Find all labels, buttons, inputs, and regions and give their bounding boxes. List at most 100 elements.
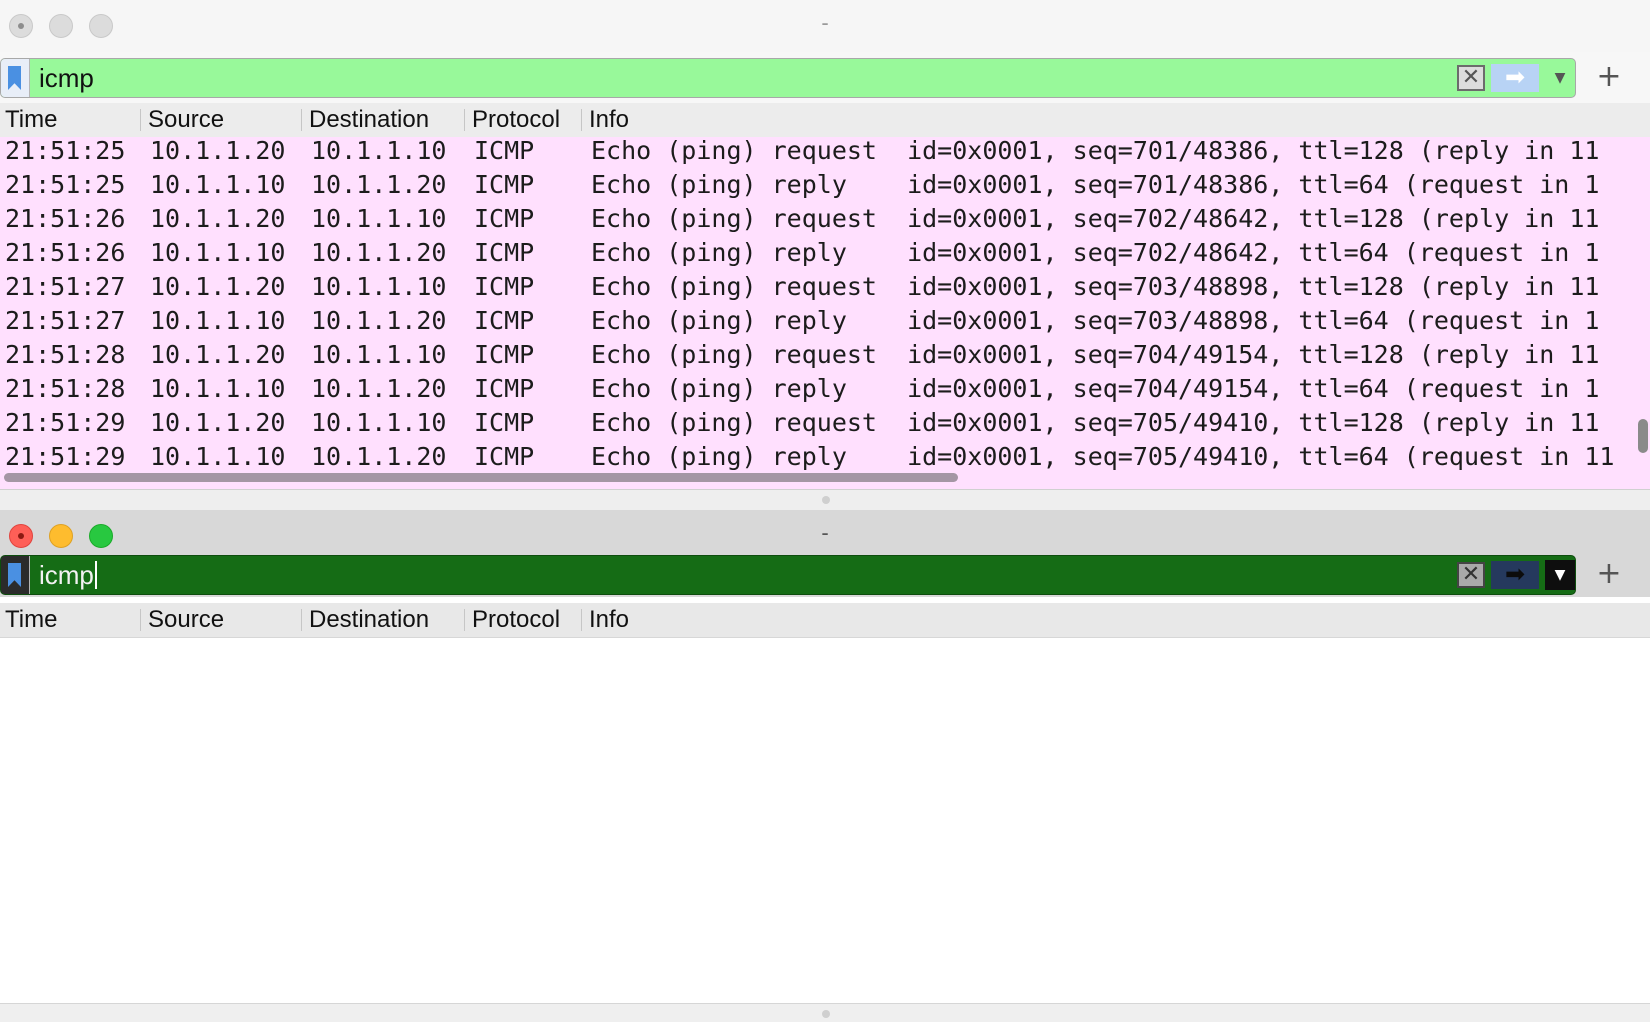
column-header-source[interactable]: Source xyxy=(139,603,224,637)
arrow-right-icon: ➡ xyxy=(1504,560,1526,588)
zoom-window-button[interactable] xyxy=(89,14,113,38)
packet-row[interactable]: 21:51:27 10.1.1.10 10.1.1.20 ICMP Echo (ping… xyxy=(0,303,1650,339)
packet-list[interactable] xyxy=(0,638,1650,1003)
zoom-window-button[interactable] xyxy=(89,524,113,548)
packet-destination: 10.1.1.20 xyxy=(311,374,447,403)
minimize-window-button[interactable] xyxy=(49,14,73,38)
filter-text[interactable]: icmp xyxy=(39,63,94,94)
packet-row[interactable]: 21:51:26 10.1.1.20 10.1.1.10 ICMP Echo (ping… xyxy=(0,201,1650,237)
plus-icon: + xyxy=(1596,556,1622,591)
packet-protocol: ICMP xyxy=(474,170,535,199)
packet-time: 21:51:26 xyxy=(5,238,126,267)
text-caret xyxy=(94,561,97,589)
packet-source: 10.1.1.10 xyxy=(150,374,286,403)
packet-destination: 10.1.1.10 xyxy=(311,340,447,369)
filter-history-dropdown[interactable]: ▼ xyxy=(1545,560,1575,590)
add-filter-button[interactable]: + xyxy=(1592,60,1626,94)
pane-splitter[interactable] xyxy=(0,489,1650,510)
packet-destination: 10.1.1.20 xyxy=(311,170,447,199)
packet-info: Echo (ping) request id=0x0001, seq=703/4… xyxy=(591,272,1600,301)
column-header-info[interactable]: Info xyxy=(580,603,629,637)
column-header-destination[interactable]: Destination xyxy=(300,103,429,137)
packet-time: 21:51:28 xyxy=(5,374,126,403)
packet-source: 10.1.1.10 xyxy=(150,442,286,471)
chevron-down-icon: ▼ xyxy=(1554,70,1566,86)
filter-text-wrap[interactable]: icmp xyxy=(39,560,97,591)
packet-row[interactable]: 21:51:25 10.1.1.20 10.1.1.10 ICMP Echo (ping… xyxy=(0,137,1650,169)
packet-info: Echo (ping) request id=0x0001, seq=705/4… xyxy=(591,408,1600,437)
packet-info: Echo (ping) reply id=0x0001, seq=705/494… xyxy=(591,442,1615,471)
close-window-button[interactable] xyxy=(9,14,33,38)
packet-destination: 10.1.1.10 xyxy=(311,204,447,233)
packet-destination: 10.1.1.20 xyxy=(311,306,447,335)
packet-row[interactable]: 21:51:28 10.1.1.20 10.1.1.10 ICMP Echo (ping… xyxy=(0,337,1650,373)
packet-info: Echo (ping) request id=0x0001, seq=704/4… xyxy=(591,340,1600,369)
column-header-protocol[interactable]: Protocol xyxy=(463,603,560,637)
column-header-info[interactable]: Info xyxy=(580,103,629,137)
packet-destination: 10.1.1.10 xyxy=(311,272,447,301)
apply-filter-button[interactable]: ➡ xyxy=(1491,561,1539,589)
bookmark-icon xyxy=(8,563,21,587)
vertical-scrollbar[interactable] xyxy=(1638,419,1648,453)
bookmark-icon xyxy=(8,66,21,90)
splitter-handle[interactable] xyxy=(822,1010,830,1018)
packet-time: 21:51:28 xyxy=(5,340,126,369)
display-filter-bar: icmp ✕ ➡ ▼ + xyxy=(0,555,1650,597)
packet-row[interactable]: 21:51:25 10.1.1.10 10.1.1.20 ICMP Echo (ping… xyxy=(0,167,1650,203)
minimize-window-button[interactable] xyxy=(49,524,73,548)
packet-source: 10.1.1.10 xyxy=(150,170,286,199)
packet-source: 10.1.1.20 xyxy=(150,204,286,233)
packet-info: Echo (ping) request id=0x0001, seq=702/4… xyxy=(591,204,1600,233)
packet-time: 21:51:27 xyxy=(5,306,126,335)
packet-row[interactable]: 21:51:29 10.1.1.20 10.1.1.10 ICMP Echo (ping… xyxy=(0,405,1650,441)
filter-text[interactable]: icmp xyxy=(39,560,94,590)
display-filter-bar: icmp ✕ ➡ ▼ + xyxy=(0,58,1650,100)
plus-icon: + xyxy=(1596,59,1622,94)
column-header-time[interactable]: Time xyxy=(5,103,57,137)
packet-info: Echo (ping) reply id=0x0001, seq=704/491… xyxy=(591,374,1600,403)
packet-destination: 10.1.1.20 xyxy=(311,238,447,267)
arrow-right-icon: ➡ xyxy=(1504,63,1526,91)
packet-source: 10.1.1.10 xyxy=(150,238,286,267)
packet-source: 10.1.1.20 xyxy=(150,272,286,301)
title-bar: - xyxy=(0,0,1650,52)
display-filter-input[interactable]: icmp ✕ ➡ ▼ xyxy=(0,555,1576,595)
packet-destination: 10.1.1.10 xyxy=(311,137,447,165)
pane-splitter[interactable] xyxy=(0,1003,1650,1022)
splitter-handle[interactable] xyxy=(822,496,830,504)
column-header-time[interactable]: Time xyxy=(5,603,57,637)
packet-protocol: ICMP xyxy=(474,306,535,335)
column-header-destination[interactable]: Destination xyxy=(300,603,429,637)
packet-source: 10.1.1.20 xyxy=(150,340,286,369)
horizontal-scrollbar[interactable] xyxy=(4,473,958,482)
packet-destination: 10.1.1.10 xyxy=(311,408,447,437)
filter-bookmark-button[interactable] xyxy=(1,556,30,594)
column-header-protocol[interactable]: Protocol xyxy=(463,103,560,137)
packet-time: 21:51:27 xyxy=(5,272,126,301)
packet-time: 21:51:25 xyxy=(5,137,126,165)
packet-row[interactable]: 21:51:26 10.1.1.10 10.1.1.20 ICMP Echo (ping… xyxy=(0,235,1650,271)
filter-history-dropdown[interactable]: ▼ xyxy=(1545,63,1575,93)
close-window-button[interactable] xyxy=(9,524,33,548)
packet-time: 21:51:26 xyxy=(5,204,126,233)
packet-list-header: Time Source Destination Protocol Info xyxy=(0,603,1650,638)
apply-filter-button[interactable]: ➡ xyxy=(1491,64,1539,92)
clear-x-icon: ✕ xyxy=(1461,65,1481,90)
packet-row[interactable]: 21:51:29 10.1.1.10 10.1.1.20 ICMP Echo (ping… xyxy=(0,439,1650,475)
packet-row[interactable]: 21:51:27 10.1.1.20 10.1.1.10 ICMP Echo (ping… xyxy=(0,269,1650,305)
packet-list[interactable]: 21:51:25 10.1.1.20 10.1.1.10 ICMP Echo (ping… xyxy=(0,137,1650,489)
add-filter-button[interactable]: + xyxy=(1592,557,1626,591)
clear-filter-button[interactable]: ✕ xyxy=(1457,65,1485,91)
packet-protocol: ICMP xyxy=(474,340,535,369)
window-title: - xyxy=(821,10,829,35)
clear-x-icon: ✕ xyxy=(1461,562,1481,587)
filter-bookmark-button[interactable] xyxy=(1,59,30,97)
packet-row[interactable]: 21:51:28 10.1.1.10 10.1.1.20 ICMP Echo (ping… xyxy=(0,371,1650,407)
packet-time: 21:51:25 xyxy=(5,170,126,199)
packet-time: 21:51:29 xyxy=(5,408,126,437)
packet-info: Echo (ping) request id=0x0001, seq=701/4… xyxy=(591,137,1600,165)
clear-filter-button[interactable]: ✕ xyxy=(1457,562,1485,588)
column-header-source[interactable]: Source xyxy=(139,103,224,137)
capture-window-bottom: - icmp ✕ ➡ ▼ + Time Source Destination P… xyxy=(0,510,1650,1022)
display-filter-input[interactable]: icmp ✕ ➡ ▼ xyxy=(0,58,1576,98)
